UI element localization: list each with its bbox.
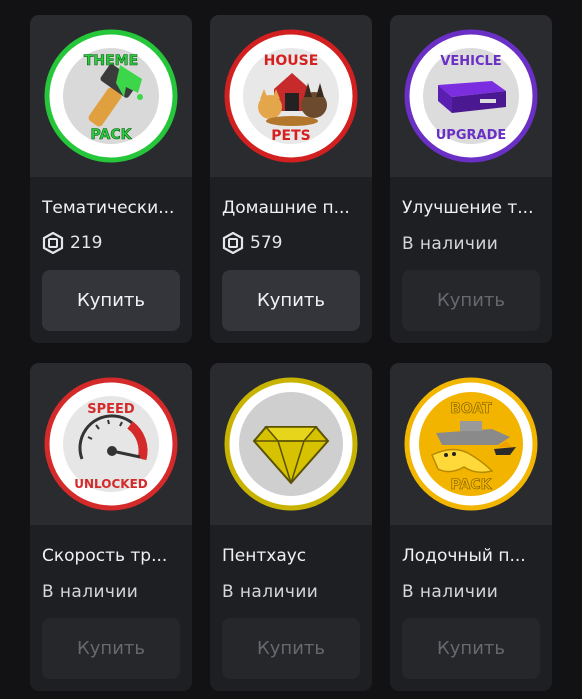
- price-value: 579: [250, 233, 283, 253]
- buy-button[interactable]: Купить: [402, 618, 540, 679]
- item-name: Улучшение т...: [402, 198, 534, 218]
- price-value: 219: [70, 233, 103, 253]
- item-thumbnail: BOAT PACK: [390, 363, 552, 525]
- availability-status: В наличии: [402, 582, 499, 602]
- badge-top-text: BOAT: [450, 401, 492, 417]
- item-thumbnail: VEHICLE UPGRADE: [390, 15, 552, 177]
- badge-bottom-text: UNLOCKED: [74, 477, 148, 491]
- store-item-vehicle-upgrade[interactable]: VEHICLE UPGRADE Улучшение т... В наличии…: [390, 15, 552, 343]
- item-name: Домашние п...: [222, 198, 350, 218]
- store-item-boat-pack[interactable]: BOAT PACK Лодочный п... В наличии Купить: [390, 363, 552, 691]
- vehicle-upgrade-badge-icon: VEHICLE UPGRADE: [404, 29, 538, 163]
- item-price: 219: [42, 232, 102, 254]
- store-item-speed-unlocked[interactable]: SPEED UNLOCKED Скорость тр... В наличии …: [30, 363, 192, 691]
- store-item-theme-pack[interactable]: THEME PACK Тематически... 219 Купить: [30, 15, 192, 343]
- boat-pack-badge-icon: BOAT PACK: [404, 377, 538, 511]
- item-name: Лодочный п...: [402, 546, 526, 566]
- item-thumbnail: THEME PACK: [30, 15, 192, 177]
- availability-status: В наличии: [402, 234, 499, 254]
- diamond-badge-icon: [224, 377, 358, 511]
- buy-button[interactable]: Купить: [222, 270, 360, 331]
- gamepass-store-grid: THEME PACK Тематически... 219 Купить HOU…: [0, 0, 582, 699]
- item-name: Скорость тр...: [42, 546, 168, 566]
- availability-status: В наличии: [42, 582, 139, 602]
- badge-top-text: HOUSE: [264, 53, 319, 69]
- robux-icon: [42, 232, 64, 254]
- badge-bottom-text: PETS: [271, 128, 310, 144]
- buy-button[interactable]: Купить: [222, 618, 360, 679]
- store-item-penthouse[interactable]: Пентхаус В наличии Купить: [210, 363, 372, 691]
- house-pets-badge-icon: HOUSE PETS: [224, 29, 358, 163]
- item-thumbnail: SPEED UNLOCKED: [30, 363, 192, 525]
- item-price: 579: [222, 232, 282, 254]
- store-item-house-pets[interactable]: HOUSE PETS Домашние п... 579 Купить: [210, 15, 372, 343]
- badge-top-text: VEHICLE: [440, 54, 501, 69]
- theme-pack-badge-icon: THEME PACK: [44, 29, 178, 163]
- badge-bottom-text: UPGRADE: [436, 128, 507, 143]
- buy-button[interactable]: Купить: [42, 618, 180, 679]
- badge-bottom-text: PACK: [451, 477, 493, 493]
- availability-status: В наличии: [222, 582, 319, 602]
- badge-bottom-text: PACK: [91, 127, 133, 143]
- item-name: Пентхаус: [222, 546, 307, 566]
- buy-button[interactable]: Купить: [402, 270, 540, 331]
- item-thumbnail: HOUSE PETS: [210, 15, 372, 177]
- item-name: Тематически...: [42, 198, 175, 218]
- speed-unlocked-badge-icon: SPEED UNLOCKED: [44, 377, 178, 511]
- item-thumbnail: [210, 363, 372, 525]
- buy-button[interactable]: Купить: [42, 270, 180, 331]
- robux-icon: [222, 232, 244, 254]
